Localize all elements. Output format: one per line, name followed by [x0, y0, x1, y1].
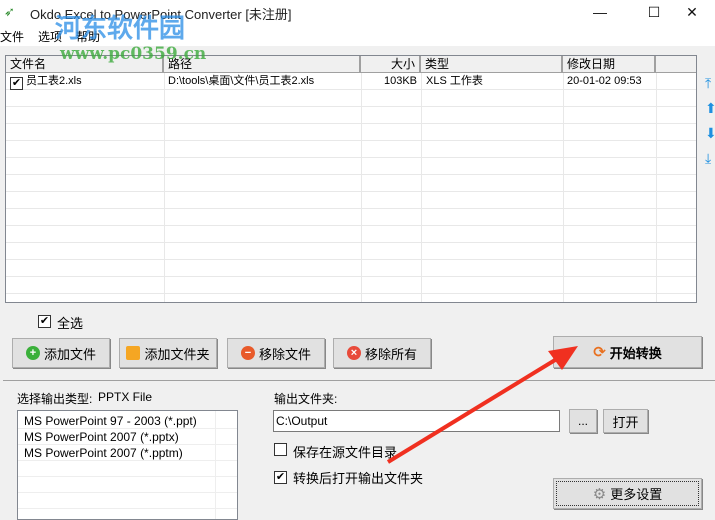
- format-list[interactable]: MS PowerPoint 97 - 2003 (*.ppt) MS Power…: [17, 410, 238, 520]
- column-header-modified[interactable]: 修改日期: [563, 56, 656, 73]
- output-folder-label: 输出文件夹:: [274, 392, 338, 406]
- file-modified: 20-01-02 09:53: [567, 75, 642, 87]
- file-path: D:\tools\桌面\文件\员工表2.xls: [168, 75, 315, 87]
- move-bottom-icon[interactable]: ⤓: [705, 151, 715, 165]
- column-header-blank: [656, 56, 696, 73]
- format-item[interactable]: MS PowerPoint 97 - 2003 (*.ppt): [18, 413, 237, 429]
- minus-icon: −: [240, 346, 255, 360]
- select-all-checkbox[interactable]: ✔: [38, 313, 51, 328]
- remove-file-label: 移除文件: [258, 346, 311, 362]
- x-icon: ×: [346, 346, 361, 360]
- file-size: 103KB: [383, 75, 417, 87]
- output-type-label: 选择输出类型:: [17, 392, 93, 406]
- select-all-label: 全选: [57, 316, 84, 331]
- open-after-label: 转换后打开输出文件夹: [293, 471, 424, 486]
- row-checkbox[interactable]: ✔: [10, 77, 23, 90]
- watermark-logo: 河东软件园: [55, 14, 186, 44]
- divider: [3, 380, 715, 381]
- file-list[interactable]: 文件名 路径 大小 类型 修改日期 ✔ 员工表2.xls D:\tools\桌面…: [5, 55, 697, 303]
- add-file-button[interactable]: + 添加文件: [12, 338, 110, 368]
- output-type-value: PPTX File: [98, 390, 153, 404]
- more-settings-button[interactable]: ⚙ 更多设置: [553, 478, 702, 509]
- menu-file[interactable]: 文件: [0, 28, 24, 45]
- format-item[interactable]: MS PowerPoint 2007 (*.pptx): [18, 429, 237, 445]
- open-after-checkbox[interactable]: ✔: [274, 469, 287, 484]
- remove-all-button[interactable]: × 移除所有: [333, 338, 431, 368]
- file-name: 员工表2.xls: [26, 75, 82, 87]
- move-up-icon[interactable]: ⬆: [705, 101, 715, 115]
- add-folder-label: 添加文件夹: [144, 346, 210, 362]
- save-in-source-checkbox[interactable]: [274, 443, 287, 459]
- close-button[interactable]: ✕: [669, 0, 715, 26]
- gear-icon: ⚙: [592, 485, 607, 503]
- browse-button[interactable]: ...: [569, 409, 597, 433]
- output-folder-input[interactable]: C:\Output: [273, 410, 560, 432]
- file-type: XLS 工作表: [426, 75, 483, 87]
- table-row[interactable]: ✔ 员工表2.xls D:\tools\桌面\文件\员工表2.xls 103KB…: [6, 73, 696, 90]
- move-top-icon[interactable]: ⤒: [705, 76, 715, 90]
- column-header-size[interactable]: 大小: [361, 56, 421, 73]
- remove-all-label: 移除所有: [364, 346, 417, 362]
- convert-icon: ⟳: [593, 344, 606, 361]
- column-header-type[interactable]: 类型: [421, 56, 563, 73]
- open-folder-button[interactable]: 打开: [603, 409, 648, 433]
- watermark-url: www.pc0359.cn: [60, 44, 207, 64]
- move-down-icon[interactable]: ⬇: [705, 126, 715, 140]
- more-settings-label: 更多设置: [610, 487, 663, 502]
- save-in-source-label: 保存在源文件目录: [293, 445, 398, 460]
- add-file-label: 添加文件: [43, 346, 96, 362]
- plus-icon: +: [25, 346, 40, 360]
- folder-icon: [126, 346, 141, 360]
- format-item[interactable]: MS PowerPoint 2007 (*.pptm): [18, 445, 237, 461]
- start-convert-label: 开始转换: [609, 345, 662, 361]
- minimize-button[interactable]: —: [577, 0, 623, 26]
- remove-file-button[interactable]: − 移除文件: [227, 338, 325, 368]
- app-icon: ➶: [4, 4, 15, 19]
- add-folder-button[interactable]: 添加文件夹: [119, 338, 217, 368]
- start-convert-button[interactable]: ⟳ 开始转换: [553, 336, 702, 368]
